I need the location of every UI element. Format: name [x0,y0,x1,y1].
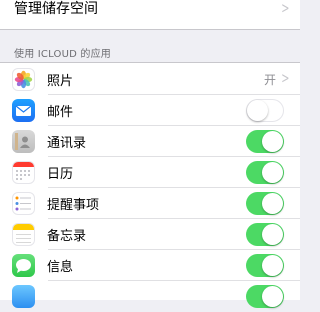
messages-toggle[interactable] [246,254,284,277]
calendar-toggle[interactable] [246,161,284,184]
notes-row: 备忘录 [0,219,300,250]
mail-row: 邮件 [0,95,300,126]
calendar-row: 日历 [0,157,300,188]
reminders-icon [12,192,35,215]
photos-icon [12,68,35,91]
notes-icon [12,223,35,246]
contacts-label: 通讯录 [47,136,87,151]
reminders-toggle[interactable] [246,192,284,215]
chevron-right-icon: > [281,69,290,87]
mail-icon [12,99,35,122]
icloud-apps-section-header: 使用 ICLOUD 的应用 [14,49,111,60]
manage-storage-label: 管理储存空间 [14,1,98,17]
photos-value: 开 [263,73,276,87]
app-toggle[interactable] [246,285,284,308]
mail-toggle[interactable] [246,99,284,122]
mail-label: 邮件 [47,105,74,120]
photos-row[interactable]: 照片 开 > [0,64,300,95]
reminders-row: 提醒事项 [0,188,300,219]
notes-label: 备忘录 [47,229,87,244]
contacts-icon [12,130,35,153]
chevron-right-icon: > [281,0,290,17]
messages-label: 信息 [47,260,74,275]
contacts-row: 通讯录 [0,126,300,157]
contacts-toggle[interactable] [246,130,284,153]
notes-toggle[interactable] [246,223,284,246]
reminders-label: 提醒事项 [47,198,100,213]
manage-storage-row[interactable]: 管理储存空间 > [0,0,300,30]
calendar-icon [12,161,35,184]
app-row [0,281,300,312]
photos-label: 照片 [47,74,74,89]
app-icon [12,285,35,308]
messages-row: 信息 [0,250,300,281]
icloud-apps-list: 照片 开 > 邮件 通讯录 日历 提醒事项 备忘录 信息 [0,62,300,308]
calendar-label: 日历 [47,167,74,182]
messages-icon [12,254,35,277]
